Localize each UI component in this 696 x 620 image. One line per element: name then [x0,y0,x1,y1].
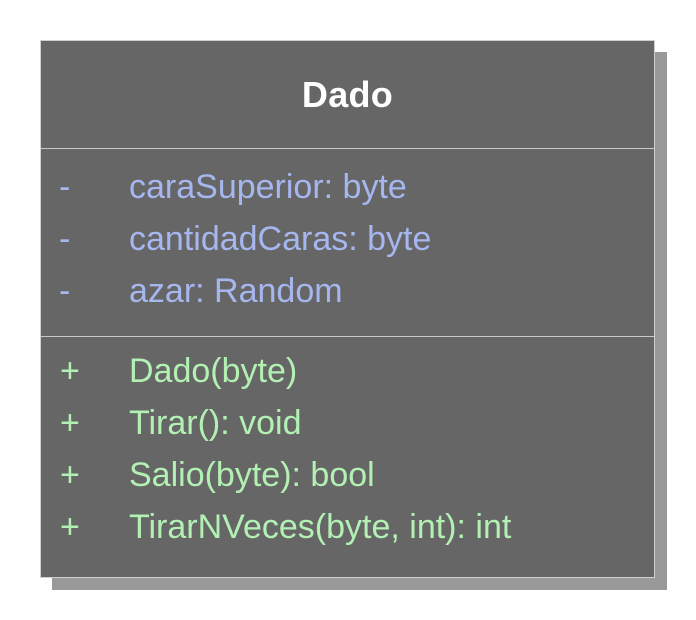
operation-signature: TirarNVeces(byte, int): int [129,508,512,546]
visibility-marker: + [60,508,80,546]
operation-row: + Tirar(): void [41,397,654,449]
operation-signature: Salio(byte): bool [129,456,375,494]
visibility-marker: + [60,352,80,390]
visibility-marker: + [60,404,80,442]
attribute-signature: cantidadCaras: byte [129,220,432,258]
attribute-row: - cantidadCaras: byte [41,213,654,265]
operation-row: + TirarNVeces(byte, int): int [41,501,654,553]
uml-class-box: Dado - caraSuperior: byte - cantidadCara… [40,40,655,578]
class-name: Dado [301,73,394,115]
visibility-marker: - [59,272,71,310]
attribute-signature: caraSuperior: byte [129,168,407,206]
attribute-row: - caraSuperior: byte [41,161,654,213]
visibility-marker: - [59,220,71,258]
visibility-marker: - [59,168,71,206]
attributes-section: - caraSuperior: byte - cantidadCaras: by… [41,149,654,336]
operation-row: + Dado(byte) [41,345,654,397]
diagram-canvas: Dado - caraSuperior: byte - cantidadCara… [0,0,696,620]
visibility-marker: + [60,456,80,494]
operation-signature: Tirar(): void [129,404,302,442]
operation-signature: Dado(byte) [129,352,298,390]
operations-section: + Dado(byte) + Tirar(): void + Salio(byt… [41,337,654,553]
operation-row: + Salio(byte): bool [41,449,654,501]
attribute-signature: azar: Random [129,272,343,310]
attribute-row: - azar: Random [41,265,654,317]
